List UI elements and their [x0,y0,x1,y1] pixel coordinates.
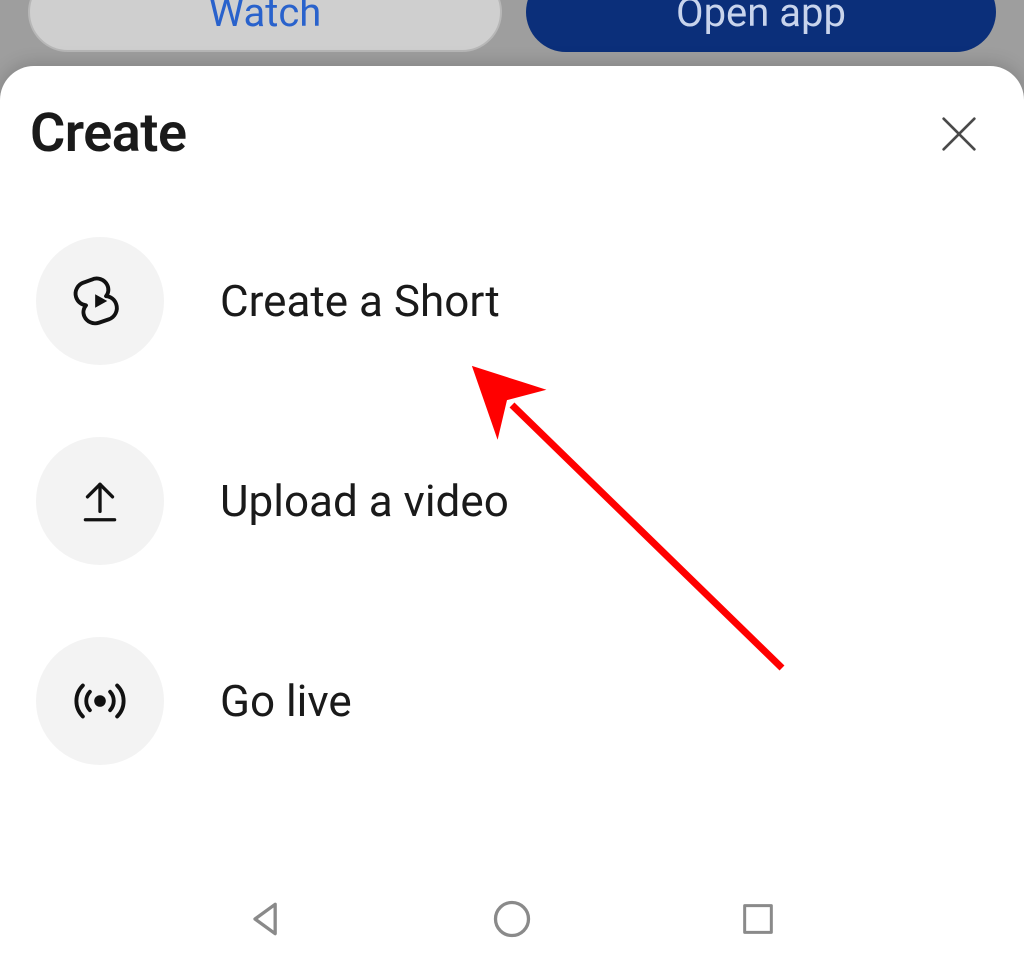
watch-button-label: Watch [209,0,322,36]
sheet-title: Create [30,102,187,165]
create-sheet: Create Create a Short [0,66,1024,871]
close-button[interactable] [930,105,988,163]
go-live-option[interactable]: Go live [36,637,994,765]
upload-video-option[interactable]: Upload a video [36,437,994,565]
create-short-option[interactable]: Create a Short [36,237,994,365]
nav-recent-button[interactable] [698,889,818,949]
watch-button[interactable]: Watch [28,0,502,52]
background-top-bar: Watch Open app [0,0,1024,68]
android-nav-bar [0,871,1024,966]
upload-icon [36,437,164,565]
go-live-label: Go live [220,675,352,727]
upload-video-label: Upload a video [220,475,509,527]
close-icon [936,111,982,157]
nav-back-button[interactable] [206,889,326,949]
open-app-button[interactable]: Open app [526,0,996,52]
nav-home-button[interactable] [452,889,572,949]
open-app-button-label: Open app [676,0,846,36]
create-options-list: Create a Short Upload a video [30,237,994,765]
triangle-back-icon [244,897,288,941]
shorts-icon [36,237,164,365]
create-short-label: Create a Short [220,275,500,327]
sheet-header: Create [30,102,994,165]
live-icon [36,637,164,765]
circle-home-icon [490,897,534,941]
square-recent-icon [738,899,778,939]
